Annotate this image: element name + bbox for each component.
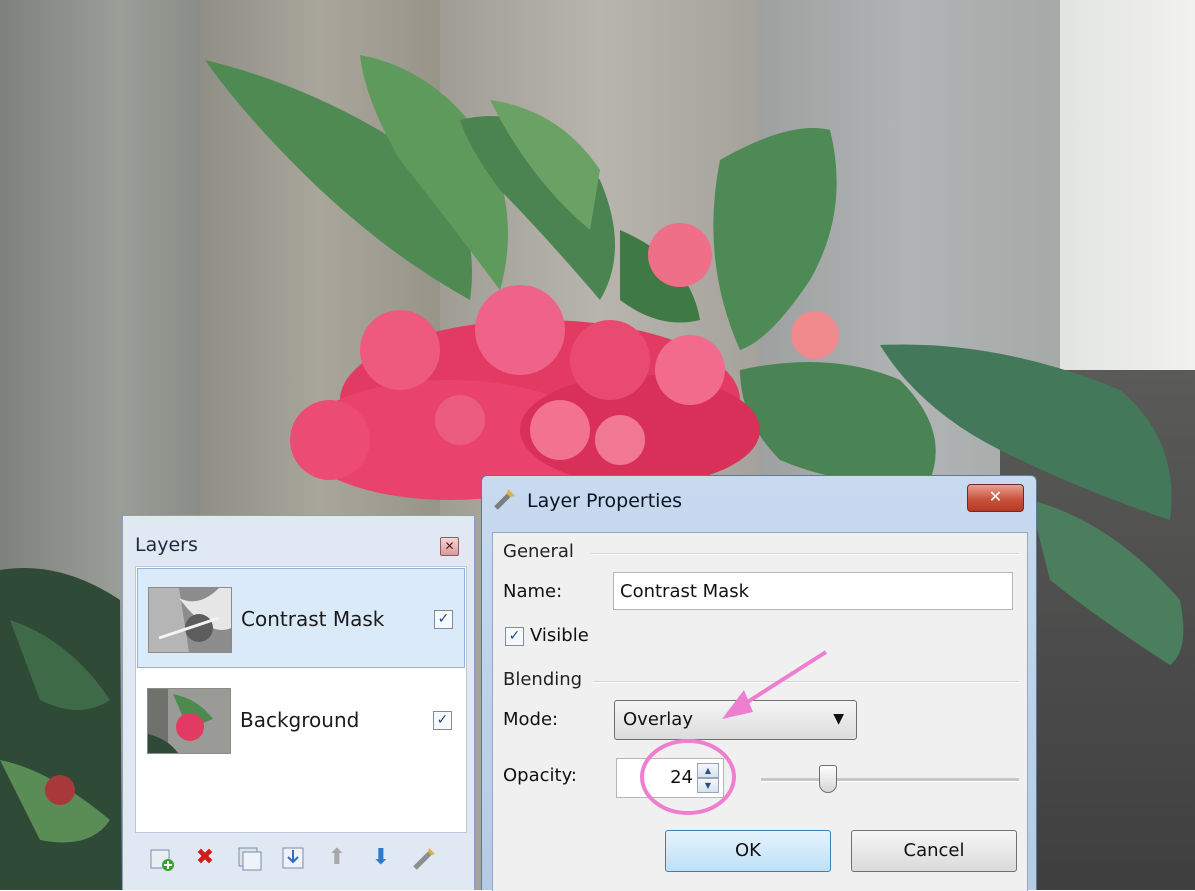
- annotation-overlay: [640, 650, 828, 815]
- annotation-circle: [640, 739, 736, 815]
- annotation-arrowhead: [722, 690, 753, 719]
- annotation-arrow: [733, 650, 828, 712]
